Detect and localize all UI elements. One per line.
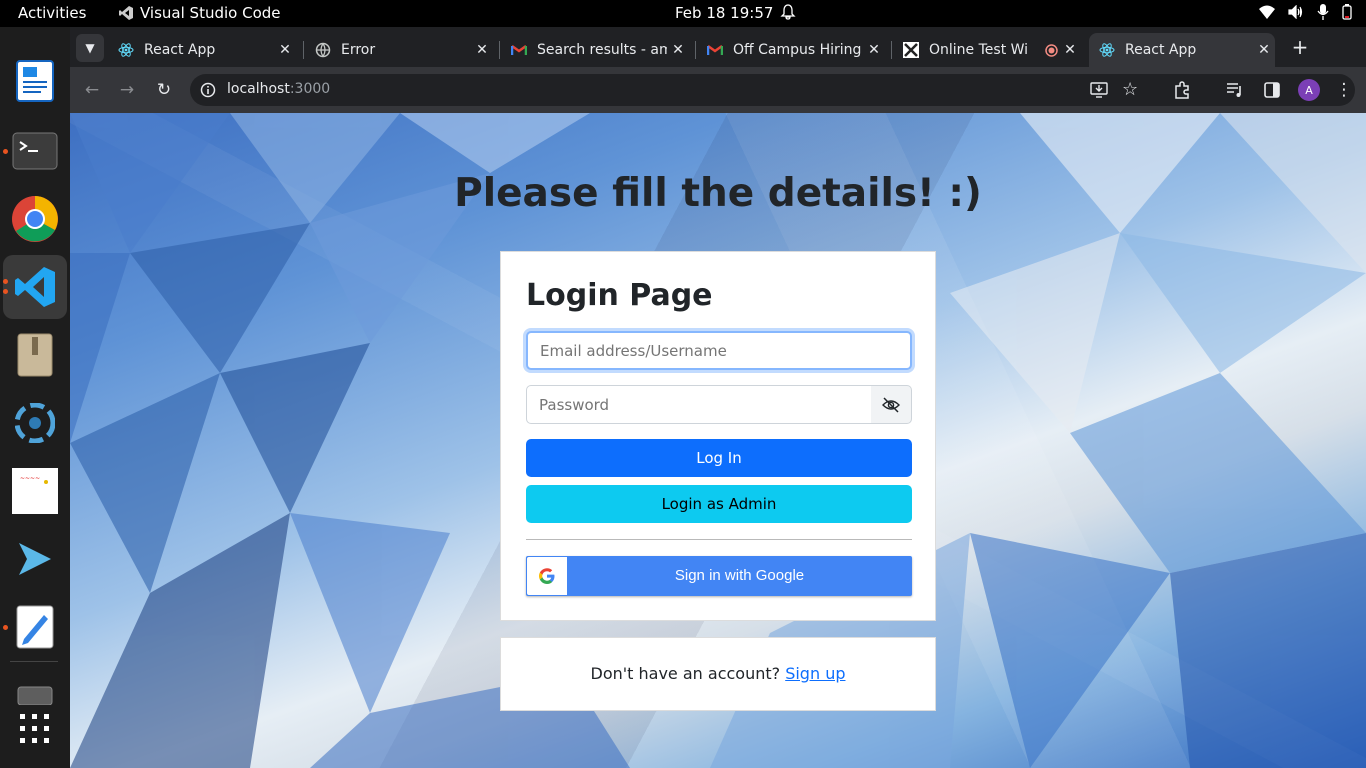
google-button-label: Sign in with Google (674, 567, 805, 584)
side-panel-icon[interactable] (1260, 78, 1284, 102)
site-info-icon[interactable] (200, 82, 216, 98)
tab-separator (303, 41, 304, 59)
activities-button[interactable]: Activities (18, 4, 86, 22)
bookmark-star-icon[interactable]: ☆ (1122, 79, 1138, 100)
react-icon (118, 42, 134, 58)
svg-text:~~~~: ~~~~ (20, 475, 40, 482)
text-editor-icon[interactable] (11, 603, 59, 651)
terminal-icon[interactable] (11, 127, 59, 175)
tab-title: Search results - am (537, 42, 667, 58)
dock: ~~~~ (0, 27, 70, 768)
dock-separator (10, 661, 58, 662)
signup-prompt: Don't have an account? (590, 664, 786, 683)
browser-toolbar: ← → ↻ localhost:3000 ☆ A ⋮ (70, 67, 1366, 113)
forward-icon[interactable]: → (115, 78, 139, 102)
login-card: Login Page Log In Login as Admin Sign in… (500, 251, 936, 621)
app-menu[interactable]: Visual Studio Code (118, 4, 281, 22)
login-card-title: Login Page (526, 278, 713, 313)
password-input[interactable] (526, 385, 872, 424)
chrome-icon[interactable] (11, 195, 59, 243)
tab-search-dropdown-icon[interactable]: ▼ (76, 34, 104, 62)
recording-icon (1043, 43, 1059, 57)
gmail-icon (511, 42, 527, 58)
notification-bell-icon[interactable] (780, 4, 796, 24)
browser-tab-strip: ▼ React App ✕ Error ✕ Search results - a… (70, 27, 1366, 67)
sign-up-link[interactable]: Sign up (785, 664, 845, 683)
volume-icon (1288, 5, 1303, 19)
writer-icon[interactable] (11, 57, 59, 105)
tab-online-test[interactable]: Online Test Wi ✕ (893, 33, 1081, 67)
close-icon[interactable]: ✕ (274, 42, 296, 58)
tab-separator (499, 41, 500, 59)
toggle-password-visibility-button[interactable] (871, 385, 912, 424)
tab-react-app-active[interactable]: React App ✕ (1089, 33, 1275, 67)
url-host: localhost (227, 81, 290, 97)
close-icon[interactable]: ✕ (1059, 42, 1081, 58)
app-icon[interactable] (11, 399, 59, 447)
back-icon[interactable]: ← (80, 78, 104, 102)
tab-title: Error (341, 42, 376, 58)
image-icon[interactable]: ~~~~ (11, 467, 59, 515)
clock[interactable]: Feb 18 19:57 (675, 4, 773, 22)
system-top-bar: Activities Visual Studio Code Feb 18 19:… (0, 0, 1366, 27)
tab-separator (891, 41, 892, 59)
reload-icon[interactable]: ↻ (152, 78, 176, 102)
url-text: localhost:3000 (227, 81, 330, 97)
vscode-icon[interactable] (3, 255, 67, 319)
running-indicator (3, 279, 8, 284)
running-indicator (3, 289, 8, 294)
url-port: :3000 (289, 81, 331, 97)
profile-avatar[interactable]: A (1298, 79, 1320, 101)
new-tab-icon[interactable]: + (1288, 35, 1312, 59)
tab-search-results[interactable]: Search results - am ✕ (501, 33, 689, 67)
media-controls-icon[interactable] (1223, 78, 1247, 102)
apps-grid-icon[interactable] (11, 705, 59, 753)
archive-icon[interactable] (11, 331, 59, 379)
system-tray[interactable] (1259, 4, 1352, 20)
globe-icon (315, 42, 331, 58)
close-icon[interactable]: ✕ (667, 42, 689, 58)
vscode-small-icon (119, 6, 133, 20)
wifi-icon (1259, 5, 1275, 19)
email-username-input[interactable] (526, 331, 912, 370)
close-icon[interactable]: ✕ (471, 42, 493, 58)
app-name: Visual Studio Code (140, 4, 281, 22)
tab-react-app-1[interactable]: React App ✕ (108, 33, 296, 67)
tab-off-campus-hiring[interactable]: Off Campus Hiring ✕ (697, 33, 885, 67)
close-icon[interactable]: ✕ (863, 42, 885, 58)
eye-slash-icon (882, 396, 900, 413)
tab-separator (695, 41, 696, 59)
login-as-admin-button[interactable]: Login as Admin (526, 485, 912, 523)
battery-icon (1342, 4, 1352, 20)
tab-error[interactable]: Error ✕ (305, 33, 493, 67)
microphone-icon (1317, 4, 1329, 20)
sign-in-with-google-button[interactable]: Sign in with Google (526, 556, 912, 596)
tab-title: Online Test Wi (929, 42, 1029, 58)
divider (526, 539, 912, 540)
running-indicator (3, 149, 8, 154)
react-icon (1099, 42, 1115, 58)
running-indicator (3, 625, 8, 630)
signup-card: Don't have an account? Sign up (500, 637, 936, 711)
extensions-icon[interactable] (1170, 78, 1194, 102)
tab-title: Off Campus Hiring (733, 42, 862, 58)
gmail-icon (707, 42, 723, 58)
log-in-button[interactable]: Log In (526, 439, 912, 477)
remote-icon[interactable] (11, 535, 59, 583)
test-icon (903, 42, 919, 58)
install-app-icon[interactable] (1090, 82, 1108, 102)
menu-kebab-icon[interactable]: ⋮ (1332, 78, 1356, 102)
close-icon[interactable]: ✕ (1253, 42, 1275, 58)
tab-title: React App (144, 42, 216, 58)
page-viewport: Please fill the details! :) Login Page L… (70, 113, 1366, 768)
page-title: Please fill the details! :) (454, 171, 982, 216)
tab-title: React App (1125, 42, 1197, 58)
google-logo-icon (527, 557, 567, 595)
